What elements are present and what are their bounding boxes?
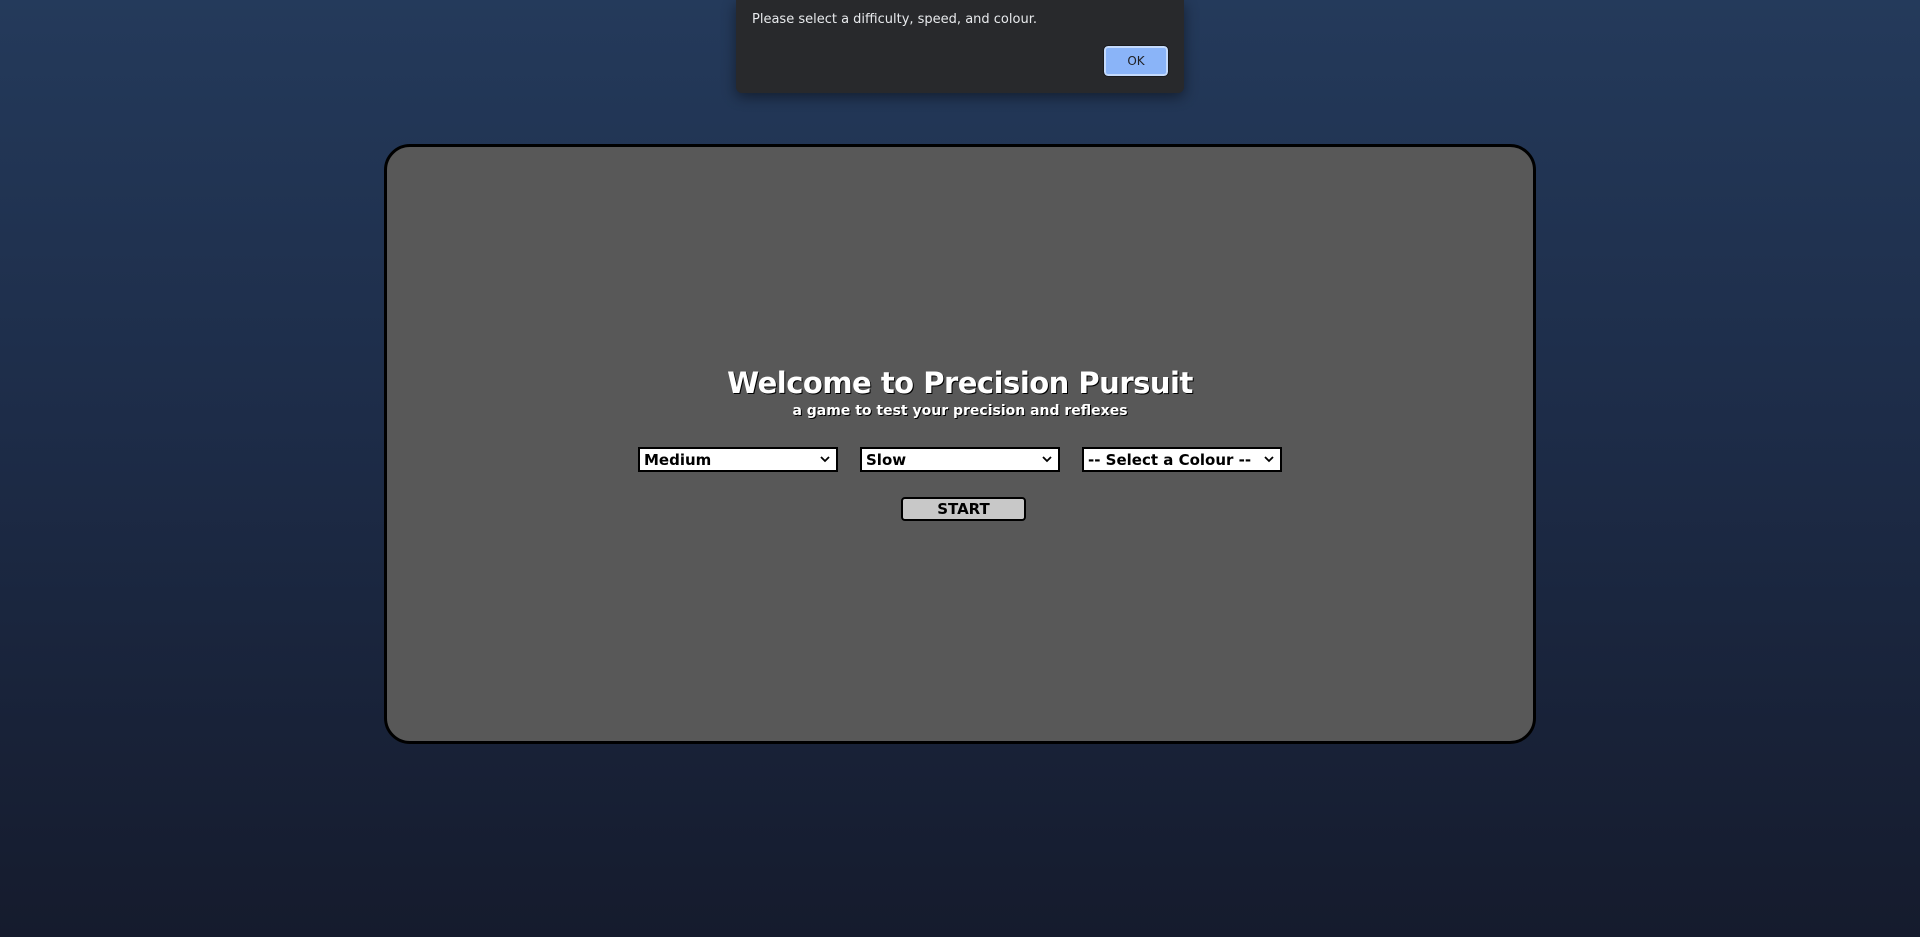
game-panel: Welcome to Precision Pursuit a game to t…: [384, 144, 1536, 744]
page-subtitle: a game to test your precision and reflex…: [792, 403, 1128, 419]
alert-message: Please select a difficulty, speed, and c…: [752, 12, 1037, 27]
start-button[interactable]: START: [901, 497, 1026, 521]
difficulty-select-value: Medium: [644, 450, 712, 469]
ok-button[interactable]: OK: [1103, 45, 1169, 77]
chevron-down-icon: [817, 452, 833, 468]
speed-select[interactable]: Slow: [860, 447, 1060, 472]
colour-select[interactable]: -- Select a Colour --: [1082, 447, 1282, 472]
chevron-down-icon: [1039, 452, 1055, 468]
difficulty-select[interactable]: Medium: [638, 447, 838, 472]
page-title: Welcome to Precision Pursuit: [727, 366, 1193, 400]
chevron-down-icon: [1261, 452, 1277, 468]
colour-select-value: -- Select a Colour --: [1088, 450, 1252, 469]
alert-dialog: Please select a difficulty, speed, and c…: [736, 0, 1184, 93]
speed-select-value: Slow: [866, 450, 907, 469]
